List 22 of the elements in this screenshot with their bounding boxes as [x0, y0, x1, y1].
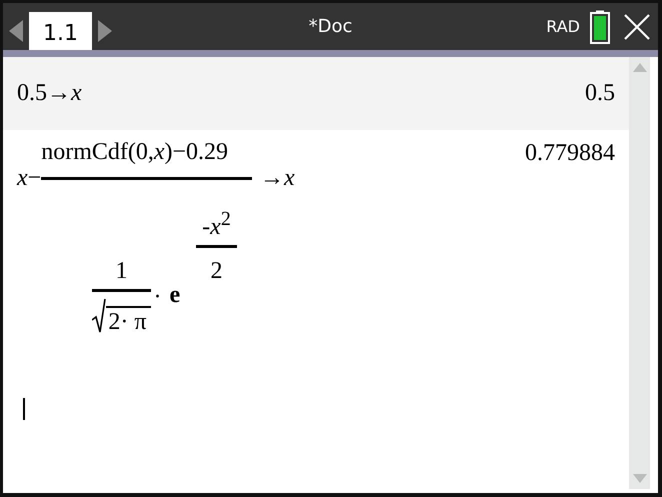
- result-value: 0.779884: [525, 140, 615, 167]
- fraction-numerator: 1: [114, 258, 128, 286]
- document-title: *Doc: [308, 16, 352, 37]
- exponent-base: e: [170, 282, 180, 310]
- angle-mode: RAD: [546, 17, 580, 36]
- math-expression: 0.5→x: [17, 80, 82, 107]
- history-row[interactable]: x− normCdf(0,x)−0.29 →x 1 2· π · e -x$^{2}$ 2 0.779884: [3, 130, 629, 370]
- next-page-icon[interactable]: [98, 20, 112, 42]
- close-icon[interactable]: [624, 14, 650, 40]
- page-tab[interactable]: 1.1: [29, 12, 92, 50]
- battery-icon: [590, 10, 610, 44]
- exponent-denominator: 2: [210, 257, 224, 286]
- multiply-dot: ·: [152, 284, 163, 312]
- math-term: x−: [17, 165, 42, 192]
- previous-page-icon[interactable]: [9, 20, 23, 42]
- radical-sign: [92, 298, 106, 334]
- radicand: 2· π: [106, 306, 151, 334]
- result-value: 0.5: [585, 80, 615, 107]
- fraction-numerator: normCdf(0,x)−0.29: [41, 140, 230, 166]
- store-arrow: →x: [259, 165, 295, 192]
- history-row[interactable]: 0.5→x 0.5: [3, 57, 629, 130]
- exponent-numerator: -x$^{2}$: [201, 208, 232, 242]
